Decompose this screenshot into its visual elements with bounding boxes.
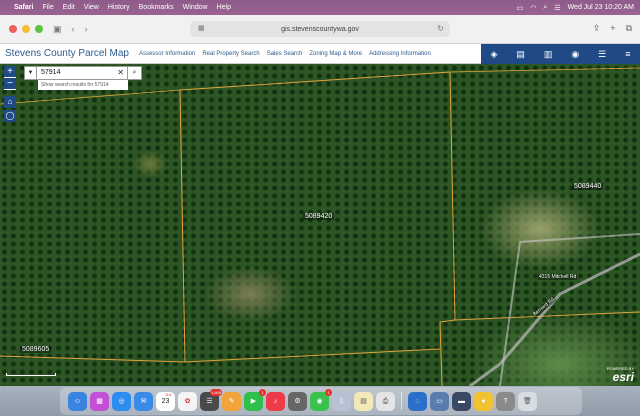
macos-menubar: Safari File Edit View History Bookmarks … [0,0,640,15]
search-input-value: 57914 [41,69,61,76]
calendar-day: 23 [161,397,170,405]
music-icon[interactable]: ♪ [266,391,285,411]
parcel-label[interactable]: 5089440 [572,183,604,190]
zoom-window-button[interactable] [35,25,43,33]
new-tab-icon[interactable]: + [610,23,615,34]
menu-view[interactable]: View [84,4,99,11]
menu-history[interactable]: History [108,4,130,11]
app-title: Stevens County Parcel Map [5,48,129,59]
esri-wordmark: esri [612,370,634,384]
search-button[interactable]: ⌕ [128,66,142,80]
mail-badge: 1,806 [209,388,222,396]
preview-icon[interactable]: ▭ [430,391,449,411]
menu-window[interactable]: Window [183,4,208,11]
share-icon[interactable]: ⇪ [593,23,601,34]
back-icon[interactable]: ‹ [72,24,75,34]
nav-real-property-search[interactable]: Real Property Search [202,51,259,57]
address-bar[interactable]: ▦ gis.stevenscountywa.gov ↻ [190,21,450,37]
settings-icon[interactable]: ⚙ [288,391,307,411]
safari-icon[interactable]: ◎ [112,391,131,411]
menu-file[interactable]: File [42,4,53,11]
mail-icon[interactable]: ✉ [134,391,153,411]
messages-icon[interactable]: ◉ 1 [310,388,332,411]
forward-icon[interactable]: › [85,24,88,34]
dock-separator [401,392,402,410]
map-view[interactable]: + − ⌂ ◯ ▼ 57914 ✕ ⌕ Show search results … [0,64,640,386]
home-button[interactable]: ⌂ [4,96,16,108]
menubar-clock[interactable]: Wed Jul 23 10:20 AM [568,4,634,11]
photos-icon[interactable]: ✿ [178,391,197,411]
search-input[interactable]: 57914 ✕ [37,66,128,80]
clear-search-icon[interactable]: ✕ [117,67,124,79]
url-text: gis.stevenscountywa.gov [281,25,359,33]
menu-edit[interactable]: Edit [63,4,75,11]
measure-icon[interactable]: ▤ [516,49,525,60]
launchpad-icon[interactable]: ▦ [90,391,109,411]
esri-logo: POWERED BY esri [607,364,634,384]
parcel-lines [0,67,640,386]
menu-icon[interactable]: ≡ [625,49,630,59]
facetime-icon[interactable]: ▶ 1 [244,388,266,411]
search-widget: ▼ 57914 ✕ ⌕ [24,66,142,80]
safari-toolbar: ▣ ‹ › ▦ gis.stevenscountywa.gov ↻ ⇪ + ⧉ [0,15,640,44]
search-source-dropdown[interactable]: ▼ [24,66,37,80]
nav-zoning-map[interactable]: Zoning Map & More [309,51,362,57]
page-settings-icon[interactable]: ▦ [198,24,205,32]
scale-bar [6,373,56,376]
parcel-label[interactable]: 5089605 [20,346,52,353]
menu-app[interactable]: Safari [14,4,33,11]
sidebar-icon[interactable]: ▣ [53,24,62,35]
zoom-controls: + − [4,66,16,90]
messages-badge: 1 [325,388,332,396]
window-preview-icon[interactable]: ▬ [452,391,471,411]
header-nav: Assessor Information Real Property Searc… [139,51,431,57]
pages-icon[interactable]: ✎ [222,391,241,411]
address-label: 4315 Mitchell Rd [538,274,578,280]
calendar-icon[interactable]: 23 JUL [156,391,175,411]
tab-overview-icon[interactable]: ⧉ [626,23,632,34]
menu-help[interactable]: Help [217,4,231,11]
layers-icon[interactable]: ◈ [490,49,497,60]
finder-icon[interactable]: ☺ [68,391,87,411]
utility-icon[interactable]: ◌ [408,391,427,411]
macos-dock: ☺ ▦ ◎ ✉ 23 JUL ✿ ☰ 1,806 ✎ ▶ 1 ♪ ⚙ ◉ 1 ▯ ▤ … [0,386,640,416]
notes-icon[interactable]: ▤ [354,391,373,411]
search-icon[interactable]: ⌕ [543,4,547,12]
nav-sales-search[interactable]: Sales Search [267,51,303,57]
wifi-icon[interactable]: ◠ [530,4,536,12]
iphone-mirroring-icon[interactable]: ▯ [332,391,351,411]
nav-assessor-information[interactable]: Assessor Information [139,51,195,57]
list-icon[interactable]: ☰ [598,49,606,60]
battery-icon[interactable]: ▭ [517,4,524,12]
tips-icon[interactable]: ● [474,391,493,411]
control-center-icon[interactable]: ☰ [554,4,560,12]
zoom-out-button[interactable]: − [4,78,16,90]
legend-icon[interactable]: ◉ [571,49,579,60]
reminders-icon[interactable]: ☰ 1,806 [200,388,222,411]
minimize-window-button[interactable] [22,25,30,33]
header-tools: ◈ ▤ ▥ ◉ ☰ ≡ [481,44,640,64]
app-header: Stevens County Parcel Map Assessor Infor… [0,44,640,64]
parcel-label[interactable]: 5089420 [303,213,335,220]
trash-icon[interactable]: 🗑 [518,391,537,411]
search-suggestion[interactable]: Show search results for 57914 [38,80,128,90]
printer-icon[interactable]: ⎙ [376,391,395,411]
dock-bar: ☺ ▦ ◎ ✉ 23 JUL ✿ ☰ 1,806 ✎ ▶ 1 ♪ ⚙ ◉ 1 ▯ ▤ … [60,387,582,415]
locate-button[interactable]: ◯ [4,110,16,122]
help-icon[interactable]: ? [496,391,515,411]
basemap-icon[interactable]: ▥ [544,49,553,60]
zoom-in-button[interactable]: + [4,66,16,78]
close-window-button[interactable] [9,25,17,33]
facetime-badge: 1 [259,388,266,396]
menu-bookmarks[interactable]: Bookmarks [139,4,174,11]
calendar-month: JUL [164,391,172,397]
nav-addressing-information[interactable]: Addressing Information [369,51,431,57]
reload-icon[interactable]: ↻ [437,24,444,33]
